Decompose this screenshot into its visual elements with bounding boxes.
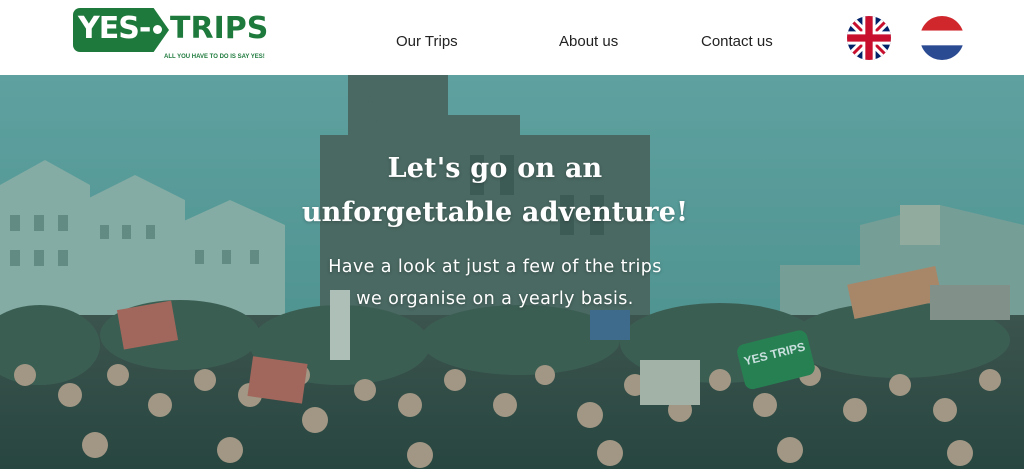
uk-flag-icon[interactable] <box>847 16 891 60</box>
nav-about-us[interactable]: About us <box>559 33 618 50</box>
netherlands-flag-icon[interactable] <box>920 16 964 60</box>
hero-subtitle-line-1: Have a look at just a few of the trips <box>328 257 662 277</box>
hero-title-line-2: unforgettable adventure! <box>301 197 689 228</box>
yes-trips-logo[interactable]: YES- TRIPS ALL YOU HAVE TO DO IS SAY YES… <box>73 8 283 64</box>
hero-subtitle-line-2: we organise on a yearly basis. <box>356 289 634 309</box>
logo-text-yes: YES- <box>78 11 151 46</box>
logo-text-trips: TRIPS <box>170 11 269 46</box>
hero-title-line-1: Let's go on an <box>387 153 603 184</box>
hero-banner: YES TRIPS Let's go on an unforgettable a… <box>0 75 1024 469</box>
nav-our-trips[interactable]: Our Trips <box>396 33 458 50</box>
logo-tagline: ALL YOU HAVE TO DO IS SAY YES! <box>164 54 265 60</box>
nav-contact-us[interactable]: Contact us <box>701 33 773 50</box>
logo-tag-hole <box>153 25 162 34</box>
site-header: YES- TRIPS ALL YOU HAVE TO DO IS SAY YES… <box>0 0 1024 75</box>
